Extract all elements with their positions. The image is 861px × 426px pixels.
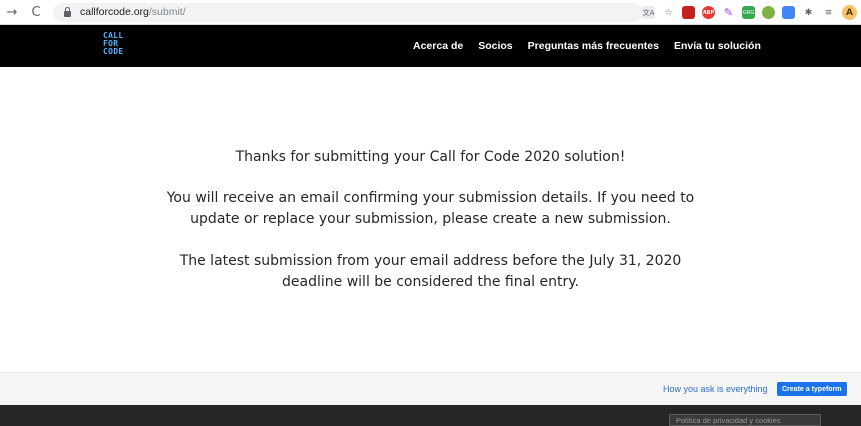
star-icon[interactable]: ☆ [662, 6, 675, 19]
extensions-bar: 文A ☆ ABP ✎ GRG ✱ ≡ A [642, 3, 857, 22]
site-header: CALL FOR CODE Acerca de Socios Preguntas… [0, 25, 861, 67]
typeform-tagline-link[interactable]: How you ask is everything [663, 384, 768, 394]
lock-icon[interactable] [63, 7, 72, 17]
deadline-message: The latest submission from your email ad… [0, 251, 861, 293]
privacy-cookies-button[interactable]: Política de privacidad y cookies [669, 414, 821, 426]
deadline-line-2: deadline will be considered the final en… [282, 274, 579, 290]
nav-submit-solution[interactable]: Envía tu solución [674, 40, 761, 52]
reload-icon[interactable]: C [27, 5, 45, 20]
nav-faq[interactable]: Preguntas más frecuentes [528, 40, 659, 52]
thanks-message: Thanks for submitting your Call for Code… [0, 147, 861, 168]
create-typeform-button[interactable]: Create a typeform [777, 382, 847, 396]
nav-socios[interactable]: Socios [478, 40, 512, 52]
leaf-extension-icon[interactable] [762, 6, 775, 19]
playlist-icon[interactable]: ≡ [822, 6, 835, 19]
url-path: /submit/ [148, 6, 186, 18]
blue-extension-icon[interactable] [782, 6, 795, 19]
back-arrow-icon[interactable]: → [3, 5, 21, 20]
address-bar[interactable]: callforcode.org/submit/ [53, 2, 643, 22]
submission-confirmation: Thanks for submitting your Call for Code… [0, 67, 861, 372]
profile-avatar[interactable]: A [842, 5, 857, 20]
nav-acerca-de[interactable]: Acerca de [413, 40, 463, 52]
pdf-extension-icon[interactable] [682, 6, 695, 19]
pen-extension-icon[interactable]: ✎ [722, 6, 735, 19]
translate-icon[interactable]: 文A [642, 6, 655, 19]
main-nav: Acerca de Socios Preguntas más frecuente… [413, 40, 761, 52]
call-for-code-logo[interactable]: CALL FOR CODE [103, 32, 123, 56]
email-message: You will receive an email confirming you… [0, 188, 861, 230]
deadline-line-1: The latest submission from your email ad… [179, 253, 682, 269]
browser-toolbar: → C callforcode.org/submit/ 文A ☆ ABP ✎ G… [0, 0, 861, 25]
logo-line: CODE [103, 47, 124, 56]
puzzle-icon[interactable]: ✱ [802, 6, 815, 19]
url-host: callforcode.org [80, 6, 149, 18]
adblock-icon[interactable]: ABP [702, 6, 715, 19]
email-line-1: You will receive an email confirming you… [166, 190, 695, 206]
thanks-line: Thanks for submitting your Call for Code… [235, 149, 626, 165]
green-extension-icon[interactable]: GRG [742, 6, 755, 19]
email-line-2: update or replace your submission, pleas… [190, 211, 671, 227]
typeform-footer: How you ask is everything Create a typef… [0, 372, 861, 405]
